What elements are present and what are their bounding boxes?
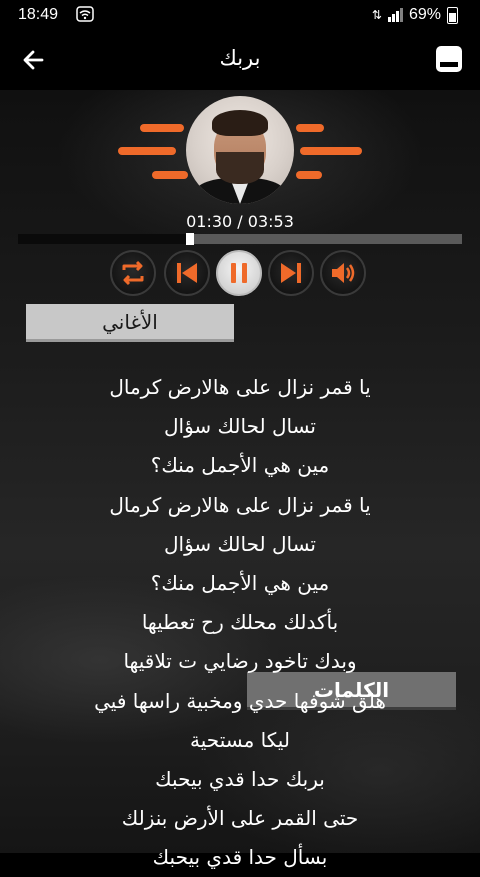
skip-next-icon — [281, 263, 301, 283]
lyric-line: حتى القمر على الأرض بنزلك — [121, 806, 359, 831]
lyric-line: تسال لحالك سؤال — [164, 531, 316, 556]
artist-avatar — [186, 96, 294, 204]
tab-songs[interactable]: الأغاني — [26, 304, 234, 342]
lyric-line: يا قمر نزال على هالارض كرمال — [109, 492, 371, 517]
volume-button[interactable] — [320, 250, 366, 296]
lyric-line: تسال لحالك سؤال — [164, 414, 316, 439]
lyric-line: مين هي الأجمل منك؟ — [150, 453, 330, 478]
repeat-button[interactable] — [110, 250, 156, 296]
lyric-line: مين هي الأجمل منك؟ — [150, 570, 330, 595]
previous-button[interactable] — [164, 250, 210, 296]
playback-controls — [0, 250, 480, 298]
skip-previous-icon — [177, 263, 197, 283]
lyrics-list: يا قمر نزال على هالارض كرمال تسال لحالك س… — [0, 368, 480, 877]
status-bar: 18:49 ⇅ 69% — [0, 0, 480, 30]
pause-button[interactable] — [216, 250, 262, 296]
lyric-line: هلق شوفها حدي ومخبية راسها فيي — [94, 688, 386, 713]
wifi-icon — [76, 6, 94, 26]
battery-icon — [447, 6, 458, 24]
signal-sync-icon: ⇅ — [371, 8, 382, 22]
content-tabs: الأغاني الكلمات — [26, 304, 456, 710]
eq-bar — [140, 124, 184, 132]
app-header: بربك — [0, 30, 480, 90]
lyric-line: بربك حدا قدي بيحبك — [155, 766, 325, 791]
lyric-line: وبدك تاخود رضايي ت تلاقيها — [123, 649, 357, 674]
eq-bar — [118, 147, 176, 155]
lyric-line: بأكدلك محلك رح تعطيها — [141, 610, 339, 635]
seek-bar[interactable] — [18, 233, 462, 245]
repeat-icon — [122, 260, 144, 286]
lyric-line: بسأل حدا قدي بيحبك — [152, 845, 328, 870]
time-display: 01:30 / 03:53 — [186, 212, 294, 231]
signal-icon — [387, 8, 403, 22]
battery-percent: 69% — [408, 6, 441, 23]
next-button[interactable] — [268, 250, 314, 296]
lyric-line: يا قمر نزال على هالارض كرمال — [109, 375, 371, 399]
volume-icon — [332, 263, 355, 283]
status-time: 18:49 — [18, 6, 59, 23]
lyric-line: ليكا مستحية — [190, 727, 290, 752]
seek-bar-progress — [18, 234, 190, 244]
eq-bar — [296, 171, 322, 179]
eq-bar — [296, 124, 324, 132]
pause-icon — [231, 263, 247, 283]
page-title: بربك — [219, 46, 261, 70]
eq-bar — [152, 171, 188, 179]
eq-bar — [300, 147, 362, 155]
seek-bar-handle[interactable] — [185, 233, 194, 245]
minimize-player-icon[interactable] — [436, 46, 462, 72]
